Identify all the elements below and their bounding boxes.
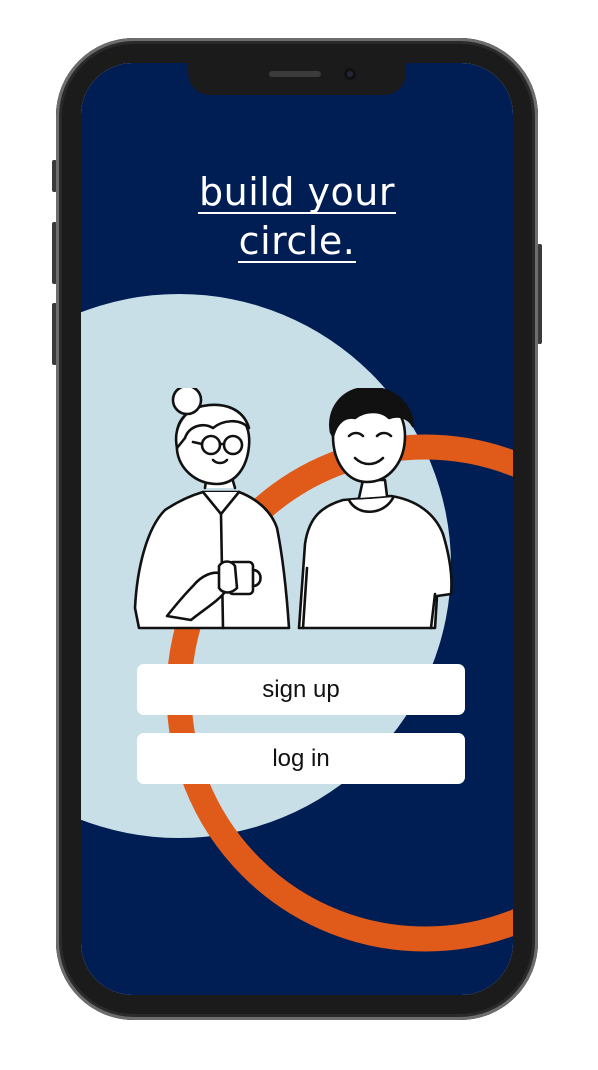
headline-line-2: circle. bbox=[237, 219, 357, 263]
people-illustration bbox=[133, 388, 453, 630]
front-camera bbox=[344, 68, 356, 80]
notch bbox=[188, 63, 406, 95]
woman-with-mug-illustration bbox=[133, 388, 291, 630]
headline-line-1: build your bbox=[198, 170, 396, 214]
log-in-button[interactable]: log in bbox=[137, 733, 465, 784]
man-illustration bbox=[297, 388, 453, 630]
sign-up-button[interactable]: sign up bbox=[137, 664, 465, 715]
speaker-grille bbox=[269, 71, 321, 77]
page: build your circle. sign up log in bbox=[0, 0, 598, 1070]
headline: build your circle. bbox=[81, 169, 513, 267]
app-screen: build your circle. sign up log in bbox=[81, 63, 513, 995]
